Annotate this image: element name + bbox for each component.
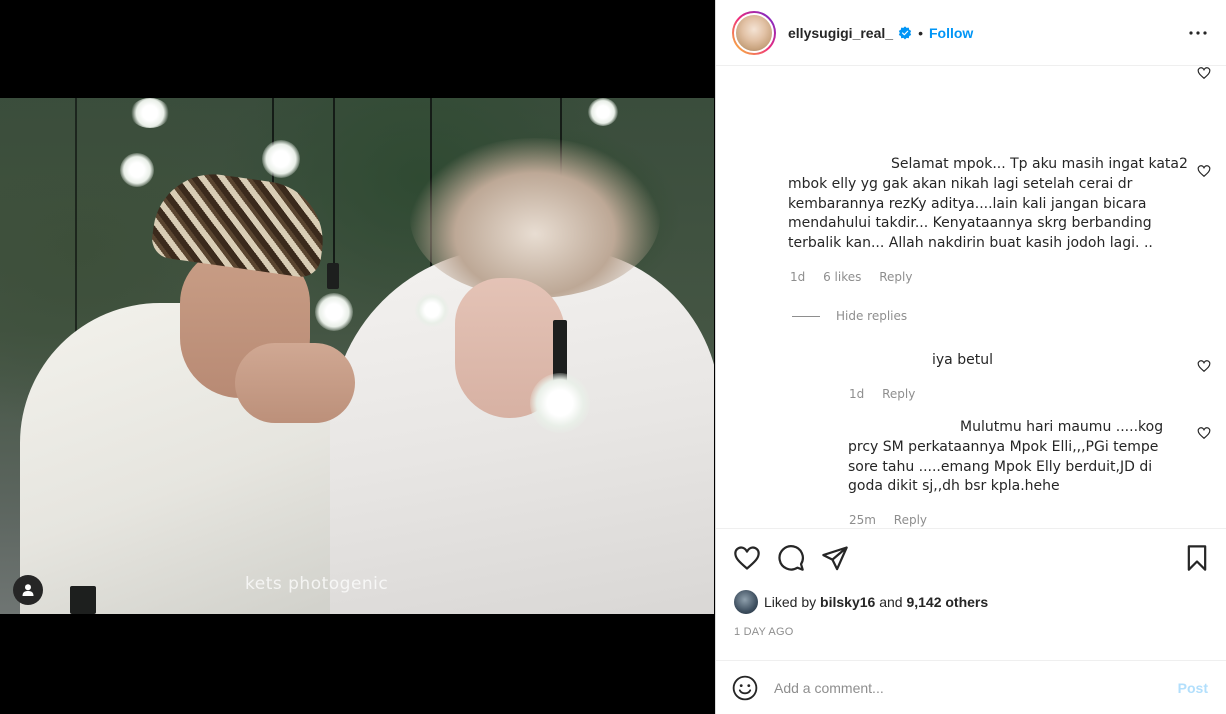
comment-meta: 1d 6 likes Reply	[790, 270, 926, 284]
likes-others-link[interactable]: 9,142 others	[906, 594, 988, 610]
reply-button[interactable]: Reply	[894, 513, 927, 527]
light-bulb	[120, 153, 154, 187]
separator-dot: •	[918, 24, 923, 41]
post-timestamp[interactable]: 1 DAY AGO	[734, 626, 793, 638]
post-header: ellysugigi_real_ • Follow	[716, 0, 1226, 66]
reply-button[interactable]: Reply	[882, 387, 915, 401]
groom-headdress	[149, 166, 331, 280]
paper-plane-icon[interactable]	[821, 544, 849, 572]
comment-bubble-icon[interactable]	[777, 544, 805, 572]
reply-text-line: prcy SM perkataannya Mpok Elli,,,PGi tem…	[848, 438, 1159, 455]
comment-time: 1d	[849, 387, 865, 401]
light-bulb	[262, 140, 300, 178]
light-bulb	[530, 373, 590, 433]
divider-line	[792, 315, 820, 317]
hide-replies-button[interactable]: Hide replies	[792, 309, 921, 323]
comment-text-line: terbalik kan... Allah nakdirin buat kasi…	[788, 235, 1153, 252]
reply-text-line: Mulutmu hari maumu .....kog	[960, 419, 1164, 435]
reply-text-line: iya betul	[932, 352, 993, 368]
smiley-icon[interactable]	[732, 675, 758, 701]
user-tag-button[interactable]	[13, 575, 43, 605]
liker-avatar[interactable]	[734, 590, 758, 614]
comment-text-line: mendahului takdir... Kenyataannya skrg b…	[788, 215, 1152, 232]
bookmark-icon[interactable]	[1183, 544, 1211, 572]
comment-like-heart-icon[interactable]	[1197, 426, 1211, 440]
light-bulb	[415, 293, 449, 327]
comment-meta: 1d Reply	[849, 387, 929, 401]
post-side-panel: ellysugigi_real_ • Follow Selamat mpok..…	[715, 0, 1226, 714]
comment-time: 25m	[849, 513, 876, 527]
follow-button[interactable]: Follow	[929, 25, 973, 41]
post-media[interactable]: kets photogenic	[0, 0, 714, 714]
user-tag-icon	[22, 584, 34, 596]
username-link[interactable]: ellysugigi_real_	[788, 25, 893, 41]
comment-input[interactable]	[774, 679, 1178, 696]
comment-text-line: Selamat mpok... Tp aku masih ingat kata2	[891, 156, 1188, 172]
likes-summary: Liked by bilsky16 and 9,142 others	[734, 590, 988, 614]
avatar[interactable]	[732, 10, 776, 55]
comment-time: 1d	[790, 270, 806, 284]
avatar-image	[734, 12, 774, 53]
likes-and: and	[879, 594, 903, 610]
light-bulb	[315, 293, 353, 331]
comment-text-line: mbok elly yg gak akan nikah lagi setelah…	[788, 175, 1133, 192]
action-bar	[716, 530, 1226, 586]
bulb-socket	[327, 263, 339, 289]
comment-like-heart-icon[interactable]	[1197, 359, 1211, 373]
light-bulb	[130, 98, 170, 128]
comment-text-line: kembarannya rezKy aditya....lain kali ja…	[788, 195, 1147, 212]
bulb-wire	[333, 98, 335, 268]
joined-hands	[235, 343, 355, 423]
reply-text-line: sore tahu .....emang Mpok Elly berduit,J…	[848, 458, 1153, 475]
reply-text-line: goda dikit sj,,dh bsr kpla.hehe	[848, 478, 1060, 495]
hide-replies-label: Hide replies	[836, 309, 908, 323]
comment-meta: 25m Reply	[849, 513, 941, 527]
light-bulb	[588, 98, 618, 126]
verified-badge-icon	[898, 25, 912, 39]
comment-like-heart-icon[interactable]	[1197, 164, 1211, 178]
liker-username[interactable]: bilsky16	[820, 594, 875, 610]
likes-prefix: Liked by	[764, 594, 817, 610]
photo-watermark: kets photogenic	[245, 574, 389, 594]
add-comment-bar: Post	[716, 660, 1226, 714]
bride-crown	[410, 138, 660, 298]
heart-icon[interactable]	[733, 544, 761, 572]
comment-like-heart-icon[interactable]	[1197, 66, 1211, 80]
comment-likes[interactable]: 6 likes	[823, 270, 861, 284]
comments-list[interactable]: Selamat mpok... Tp aku masih ingat kata2…	[716, 66, 1226, 529]
post-button[interactable]: Post	[1178, 680, 1208, 696]
bulb-socket	[70, 586, 96, 614]
reply-button[interactable]: Reply	[879, 270, 912, 284]
more-options-icon[interactable]	[1186, 21, 1210, 45]
post-photo: kets photogenic	[0, 98, 714, 614]
